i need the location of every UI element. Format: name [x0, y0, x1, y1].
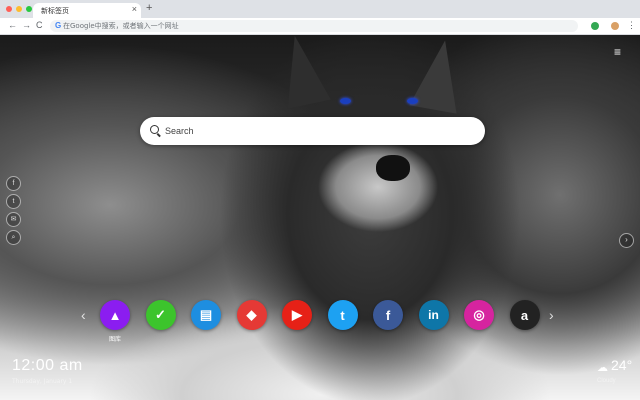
- wolf-ear: [273, 35, 331, 109]
- browser-menu-icon[interactable]: ⋮: [627, 20, 636, 31]
- profile-avatar[interactable]: [611, 22, 619, 30]
- shortcut-news-icon[interactable]: ▤: [191, 300, 221, 330]
- prev-shortcuts-icon[interactable]: ‹: [81, 307, 86, 323]
- shortcut-youtube-icon[interactable]: ▶: [282, 300, 312, 330]
- shortcut-facebook-icon[interactable]: f: [373, 300, 403, 330]
- minimize-window-button[interactable]: [16, 6, 22, 12]
- maximize-window-button[interactable]: [26, 6, 32, 12]
- facebook-icon[interactable]: f: [6, 176, 21, 191]
- tab-close-icon[interactable]: ×: [132, 4, 137, 14]
- weather-condition: Cloudy: [597, 378, 616, 384]
- shortcut-gallery-icon[interactable]: ▲: [100, 300, 130, 330]
- wolf-eye: [407, 98, 418, 104]
- omnibox-placeholder: 在Google中搜索，或者输入一个网址: [63, 22, 179, 30]
- tab-title: 新标签页: [41, 7, 69, 15]
- browser-toolbar: ← → C G 在Google中搜索，或者输入一个网址 ⋮: [0, 18, 640, 35]
- next-wallpaper-button[interactable]: ›: [619, 233, 634, 248]
- shortcut-twitter-icon[interactable]: t: [327, 300, 358, 330]
- search-input[interactable]: [165, 123, 465, 139]
- temperature: 24°: [611, 357, 633, 373]
- shortcut-label: 图库: [108, 336, 121, 343]
- window-controls: [6, 6, 32, 12]
- shortcut-instagram-icon[interactable]: ◎: [464, 300, 494, 330]
- omnibox[interactable]: G 在Google中搜索，或者输入一个网址: [50, 20, 578, 32]
- tab-strip: 新标签页 × +: [0, 0, 640, 18]
- extension-icon[interactable]: [591, 22, 599, 30]
- forward-icon[interactable]: →: [22, 20, 31, 30]
- next-shortcuts-icon[interactable]: ›: [549, 307, 554, 323]
- shortcut-linkedin-icon[interactable]: in: [418, 300, 449, 330]
- search-icon: [150, 125, 159, 134]
- cloud-icon: ☁: [597, 362, 608, 374]
- search-engine-icon[interactable]: ⌕: [6, 230, 21, 245]
- google-icon: G: [55, 21, 62, 30]
- mail-icon[interactable]: ✉: [6, 212, 21, 227]
- wolf-nose: [376, 155, 410, 181]
- browser-tab[interactable]: 新标签页 ×: [33, 3, 141, 18]
- search-box[interactable]: [140, 117, 485, 145]
- shortcut-game-icon[interactable]: ◆: [236, 300, 267, 330]
- reload-icon[interactable]: C: [36, 20, 43, 30]
- close-window-button[interactable]: [6, 6, 12, 12]
- clock: 12:00 am: [12, 357, 83, 374]
- shortcut-amazon-icon[interactable]: a: [509, 300, 540, 330]
- date-text: Thursday, January 1: [12, 378, 73, 385]
- back-icon[interactable]: ←: [8, 20, 17, 30]
- wolf-ear: [409, 36, 469, 114]
- wolf-eye: [340, 98, 351, 104]
- new-tab-button[interactable]: +: [146, 2, 152, 14]
- wallpaper: ≡ f t ✉ ⌕ › ‹ › ▲图库✓▤◆▶tfin◎a 12:00 am T…: [0, 35, 640, 400]
- shortcut-check-icon[interactable]: ✓: [145, 300, 176, 330]
- menu-icon[interactable]: ≡: [614, 45, 621, 59]
- twitter-icon[interactable]: t: [6, 194, 21, 209]
